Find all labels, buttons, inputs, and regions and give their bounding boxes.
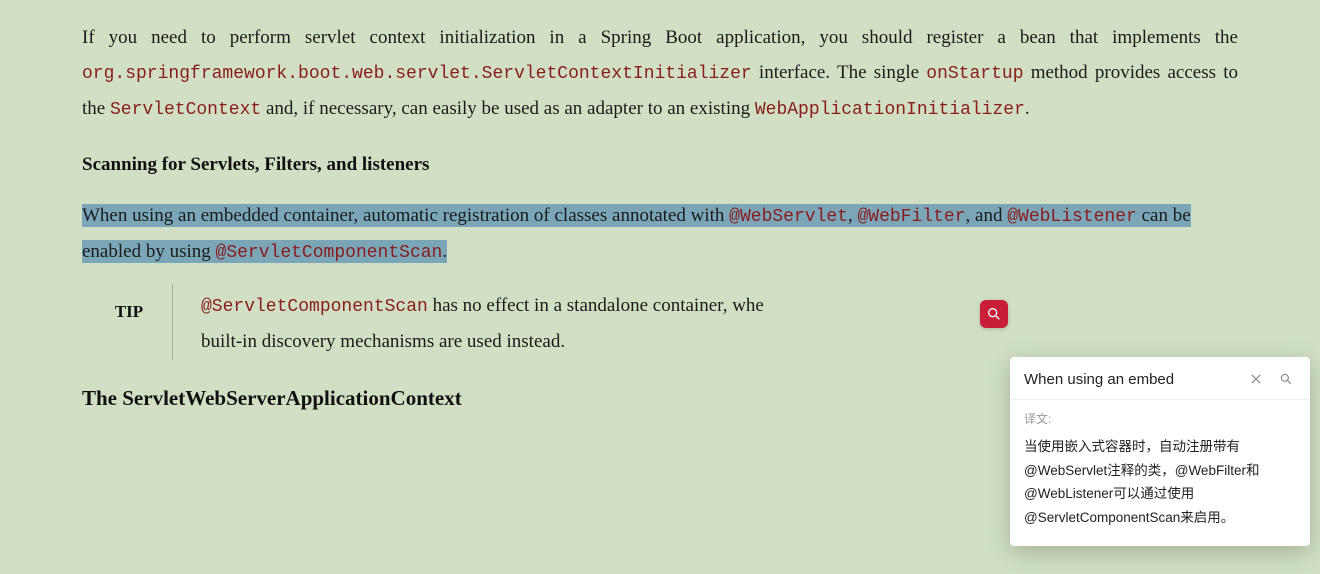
search-icon <box>1279 372 1293 386</box>
paragraph-servlet-context-init: If you need to perform servlet context i… <box>82 20 1238 128</box>
text: . <box>442 241 447 262</box>
tip-callout: TIP @ServletComponentScan has no effect … <box>82 284 1238 359</box>
popup-source-text: When using an embed <box>1024 371 1236 388</box>
code-servletcomponentscan: @ServletComponentScan <box>201 297 428 317</box>
highlighted-text: ted with @WebServlet, <box>663 204 858 227</box>
popup-search-button[interactable] <box>1276 369 1296 389</box>
translate-trigger-button[interactable] <box>980 300 1008 328</box>
text: interface. The single <box>752 62 927 83</box>
text: has no effect in a standalone container,… <box>428 295 764 316</box>
highlighted-text: When using an embedded container, automa… <box>82 204 649 227</box>
paragraph-embedded-container: When using an embedded container, automa… <box>82 198 1238 270</box>
code-webservlet: @WebServlet <box>729 207 848 227</box>
code-servletcomponentscan: @ServletComponentScan <box>216 243 443 263</box>
tip-label: TIP <box>82 284 172 359</box>
text: If you need to perform servlet context i… <box>82 27 1238 48</box>
popup-close-button[interactable] <box>1246 369 1266 389</box>
close-icon <box>1249 372 1263 386</box>
code-webapplicationinitializer: WebApplicationInitializer <box>755 100 1025 120</box>
text: When using an embedded container, automa… <box>82 205 649 226</box>
highlighted-text: ta <box>649 204 663 227</box>
code-onstartup: onStartup <box>926 64 1023 84</box>
code-servletcontext: ServletContext <box>110 100 261 120</box>
tip-divider <box>172 284 173 359</box>
text: and, if necessary, can easily be used as… <box>261 98 755 119</box>
text: . <box>1025 98 1030 119</box>
text: built-in discovery mechanisms are used i… <box>201 331 565 352</box>
text: , and <box>966 205 1008 226</box>
popup-header: When using an embed <box>1010 357 1310 400</box>
code-servletcontextinitializer: org.springframework.boot.web.servlet.Ser… <box>82 64 752 84</box>
code-webfilter: @WebFilter <box>858 207 966 227</box>
tip-body: @ServletComponentScan has no effect in a… <box>201 284 1238 359</box>
subheading-scanning: Scanning for Servlets, Filters, and list… <box>82 154 1238 176</box>
popup-body: 译文: 当使用嵌入式容器时，自动注册带有@WebServlet注释的类，@Web… <box>1010 400 1310 546</box>
code-weblistener: @WebListener <box>1007 207 1137 227</box>
document-content: If you need to perform servlet context i… <box>0 0 1320 411</box>
translation-label: 译文: <box>1024 410 1296 427</box>
translation-popup: When using an embed 译文: 当使用嵌入式容器时，自动注册带有… <box>1010 357 1310 546</box>
text: , <box>848 205 858 226</box>
search-icon <box>986 306 1002 322</box>
translation-text: 当使用嵌入式容器时，自动注册带有@WebServlet注释的类，@WebFilt… <box>1024 435 1296 530</box>
text: ted with <box>663 205 730 226</box>
